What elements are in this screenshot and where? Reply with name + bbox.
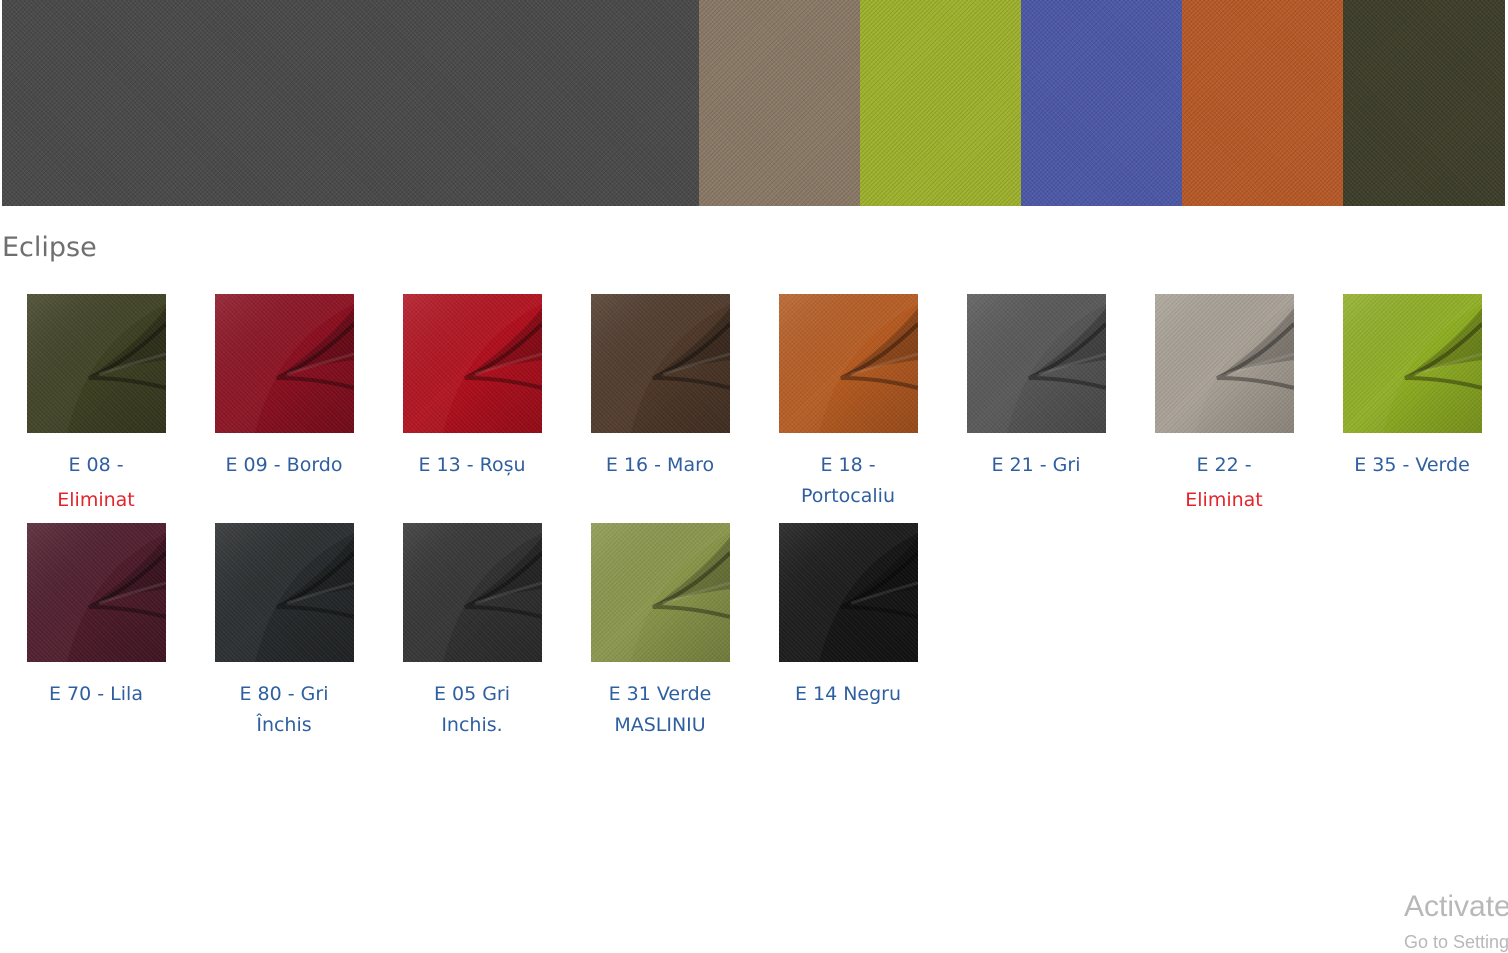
swatch-label-line-1: E 70 - Lila [49, 683, 143, 705]
fabric-texture [590, 523, 730, 662]
swatch-label-line-1: E 21 - Gri [991, 454, 1081, 476]
watermark-line-1: Activate [1404, 890, 1508, 923]
eliminated-status-label: Eliminat [57, 489, 135, 511]
swatch-label-line-2: Portocaliu [801, 485, 895, 507]
swatch-label[interactable]: E 08 - Eliminat [2, 450, 190, 516]
swatch-label[interactable]: E 05 Gri Inchis. [378, 679, 566, 741]
swatch-label[interactable]: E 35 - Verde [1318, 450, 1506, 481]
swatch-label[interactable]: E 70 - Lila [2, 679, 190, 710]
fabric-texture [214, 294, 354, 433]
fabric-swatch[interactable]: E 05 Gri Inchis. [402, 523, 542, 741]
fabric-swatch[interactable]: E 18 - Portocaliu [778, 294, 918, 512]
swatch-label-line-1: E 08 - [68, 454, 124, 476]
fabric-texture [402, 523, 542, 662]
banner-strip-olive-dark [1343, 0, 1505, 206]
banner-strip-beige [699, 0, 860, 206]
swatch-label-line-1: E 05 Gri [433, 683, 511, 705]
fabric-texture [590, 294, 730, 433]
fabric-texture [1342, 294, 1482, 433]
swatch-label[interactable]: E 22 - Eliminat [1130, 450, 1318, 516]
fabric-swatch[interactable]: E 35 - Verde [1342, 294, 1482, 481]
fabric-swatch[interactable]: E 21 - Gri [966, 294, 1106, 481]
swatch-label[interactable]: E 09 - Bordo [190, 450, 378, 481]
swatch-label-line-2: Închis [256, 714, 312, 736]
fabric-swatch-image[interactable] [590, 294, 730, 433]
fabric-swatch[interactable]: E 09 - Bordo [214, 294, 354, 481]
swatch-label[interactable]: E 18 - Portocaliu [754, 450, 942, 512]
watermark-line-2: Go to Settings [1404, 932, 1508, 952]
fabric-swatch-image[interactable] [402, 294, 542, 433]
fabric-swatch-image[interactable] [1342, 294, 1482, 433]
fabric-swatch-image[interactable] [214, 523, 354, 662]
fabric-swatch-image[interactable] [778, 294, 918, 433]
swatch-label-line-1: E 09 - Bordo [225, 454, 343, 476]
fabric-swatch-image[interactable] [26, 294, 166, 433]
fabric-banner [2, 0, 1505, 206]
fabric-texture [778, 523, 918, 662]
fabric-texture [778, 294, 918, 433]
swatch-label-line-1: E 31 Verde [608, 683, 712, 705]
fabric-swatch[interactable]: E 31 Verde MASLINIU [590, 523, 730, 741]
swatch-label-line-1: E 14 Negru [794, 683, 902, 705]
section-title: Eclipse [2, 232, 97, 263]
fabric-swatch[interactable]: E 08 - Eliminat [26, 294, 166, 516]
banner-strip-blue [1021, 0, 1182, 206]
fabric-swatch-image[interactable] [778, 523, 918, 662]
swatch-label-line-1: E 80 - Gri [239, 683, 329, 705]
swatch-label[interactable]: E 31 Verde MASLINIU [566, 679, 754, 741]
fabric-swatch-image[interactable] [1154, 294, 1294, 433]
fabric-swatch-image[interactable] [402, 523, 542, 662]
fabric-texture [26, 523, 166, 662]
swatch-label[interactable]: E 21 - Gri [942, 450, 1130, 481]
banner-strip-lime [860, 0, 1021, 206]
fabric-swatch[interactable]: E 80 - Gri Închis [214, 523, 354, 741]
fabric-texture [214, 523, 354, 662]
banner-strip-orange [1182, 0, 1343, 206]
fabric-texture [402, 294, 542, 433]
swatch-label[interactable]: E 13 - Roșu [378, 450, 566, 481]
swatch-label-line-1: E 18 - [820, 454, 876, 476]
fabric-texture [26, 294, 166, 433]
fabric-swatch[interactable]: E 22 - Eliminat [1154, 294, 1294, 516]
fabric-swatch[interactable]: E 14 Negru [778, 523, 918, 710]
banner-strip-charcoal [2, 0, 699, 206]
fabric-swatch[interactable]: E 13 - Roșu [402, 294, 542, 481]
fabric-swatch[interactable]: E 16 - Maro [590, 294, 730, 481]
fabric-swatch-image[interactable] [214, 294, 354, 433]
swatch-label-line-1: E 35 - Verde [1354, 454, 1470, 476]
fabric-swatch-image[interactable] [966, 294, 1106, 433]
swatch-label[interactable]: E 14 Negru [754, 679, 942, 710]
fabric-swatch[interactable]: E 70 - Lila [26, 523, 166, 710]
activation-watermark: Activate Go to Settings [1404, 890, 1508, 953]
fabric-texture [1154, 294, 1294, 433]
swatch-label-line-1: E 13 - Roșu [418, 454, 526, 476]
swatch-label-line-1: E 16 - Maro [605, 454, 715, 476]
fabric-swatch-image[interactable] [590, 523, 730, 662]
eliminated-status-label: Eliminat [1185, 489, 1263, 511]
swatch-label-line-2: MASLINIU [614, 714, 706, 736]
swatch-label[interactable]: E 80 - Gri Închis [190, 679, 378, 741]
swatch-label-line-1: E 22 - [1196, 454, 1252, 476]
fabric-swatch-image[interactable] [26, 523, 166, 662]
swatch-label-line-2: Inchis. [441, 714, 503, 736]
fabric-texture [966, 294, 1106, 433]
swatch-label[interactable]: E 16 - Maro [566, 450, 754, 481]
